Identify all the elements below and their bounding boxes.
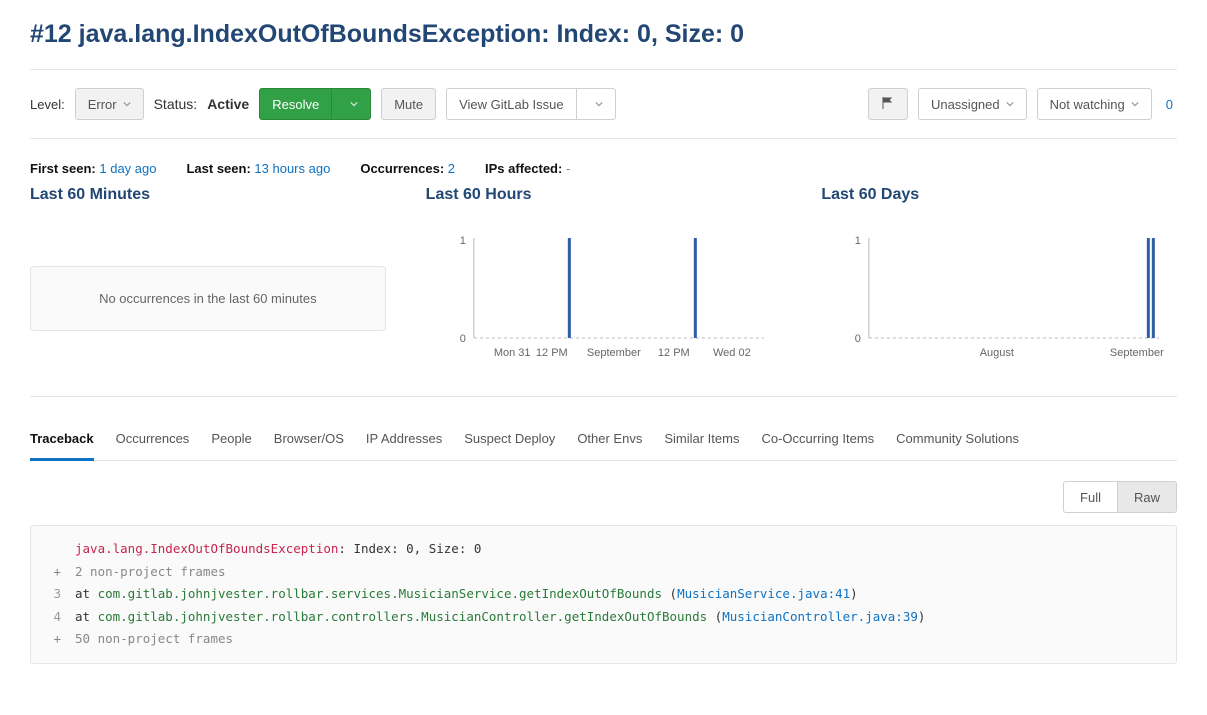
traceback-gutter: 4 xyxy=(43,606,75,629)
stack-location-link[interactable]: MusicianController.java:39 xyxy=(722,609,918,624)
watch-count[interactable]: 0 xyxy=(1162,97,1177,112)
y-tick: 1 xyxy=(855,235,861,247)
tab-ip-addresses[interactable]: IP Addresses xyxy=(366,419,442,460)
traceback-row[interactable]: +50 non-project frames xyxy=(43,628,1164,651)
x-tick: Mon 31 xyxy=(494,347,531,359)
y-tick: 0 xyxy=(459,333,465,345)
x-tick: Wed 02 xyxy=(713,347,751,359)
occurrences-label: Occurrences: xyxy=(360,161,444,176)
watching-select[interactable]: Not watching xyxy=(1037,88,1152,120)
traceback-row: 4at com.gitlab.johnjvester.rollbar.contr… xyxy=(43,606,1164,629)
chart-60-days-svg: 1 0 August September xyxy=(821,228,1177,378)
y-tick: 0 xyxy=(855,333,861,345)
traceback-row[interactable]: +2 non-project frames xyxy=(43,561,1164,584)
resolve-button[interactable]: Resolve xyxy=(259,88,332,120)
tab-people[interactable]: People xyxy=(211,419,251,460)
view-gitlab-issue-button[interactable]: View GitLab Issue xyxy=(446,88,577,120)
traceback-panel: java.lang.IndexOutOfBoundsException: Ind… xyxy=(30,525,1177,664)
status-value: Active xyxy=(207,96,249,112)
level-value: Error xyxy=(88,97,117,112)
tab-community-solutions[interactable]: Community Solutions xyxy=(896,419,1019,460)
chevron-down-icon xyxy=(1131,100,1139,108)
chart-title: Last 60 Hours xyxy=(426,186,782,204)
chevron-down-icon xyxy=(350,100,358,108)
chart-bar xyxy=(1147,238,1150,338)
y-tick: 1 xyxy=(459,235,465,247)
assignee-value: Unassigned xyxy=(931,97,1000,112)
ips-label: IPs affected: xyxy=(485,161,562,176)
flag-button[interactable] xyxy=(868,88,908,120)
view-toggle: Full Raw xyxy=(30,481,1177,513)
non-project-frames: 50 non-project frames xyxy=(75,628,233,651)
chart-empty-message: No occurrences in the last 60 minutes xyxy=(30,266,386,331)
chart-bar xyxy=(1152,238,1155,338)
assignee-select[interactable]: Unassigned xyxy=(918,88,1027,120)
level-label: Level: xyxy=(30,97,65,112)
x-tick: August xyxy=(980,347,1014,359)
chart-60-hours: Last 60 Hours 1 0 Mon 31 12 PM September… xyxy=(426,186,782,378)
last-seen-value[interactable]: 13 hours ago xyxy=(254,161,330,176)
mute-button[interactable]: Mute xyxy=(381,88,436,120)
traceback-row: 3at com.gitlab.johnjvester.rollbar.servi… xyxy=(43,583,1164,606)
traceback-gutter: + xyxy=(43,561,75,584)
x-tick: 12 PM xyxy=(536,347,568,359)
x-tick: September xyxy=(1110,347,1164,359)
stack-frame: at com.gitlab.johnjvester.rollbar.servic… xyxy=(75,583,858,606)
page-title: #12 java.lang.IndexOutOfBoundsException:… xyxy=(30,20,1177,49)
tab-similar-items[interactable]: Similar Items xyxy=(664,419,739,460)
x-tick: September xyxy=(587,347,641,359)
traceback-gutter: 3 xyxy=(43,583,75,606)
tab-browser-os[interactable]: Browser/OS xyxy=(274,419,344,460)
tab-suspect-deploy[interactable]: Suspect Deploy xyxy=(464,419,555,460)
tab-other-envs[interactable]: Other Envs xyxy=(577,419,642,460)
stack-frame: at com.gitlab.johnjvester.rollbar.contro… xyxy=(75,606,925,629)
exception-class: java.lang.IndexOutOfBoundsException xyxy=(75,541,338,556)
chart-title: Last 60 Minutes xyxy=(30,186,386,204)
flag-icon xyxy=(881,96,895,113)
chevron-down-icon xyxy=(123,100,131,108)
watching-value: Not watching xyxy=(1050,97,1125,112)
occurrences-value[interactable]: 2 xyxy=(448,161,455,176)
chart-bar xyxy=(694,238,697,338)
stack-call: com.gitlab.johnjvester.rollbar.controlle… xyxy=(98,609,708,624)
non-project-frames: 2 non-project frames xyxy=(75,561,226,584)
chart-60-minutes: Last 60 Minutes No occurrences in the la… xyxy=(30,186,386,378)
first-seen-value[interactable]: 1 day ago xyxy=(99,161,156,176)
traceback-gutter: + xyxy=(43,628,75,651)
traceback-exception: java.lang.IndexOutOfBoundsException: Ind… xyxy=(43,538,1164,561)
ips-value: - xyxy=(566,161,570,176)
chart-title: Last 60 Days xyxy=(821,186,1177,204)
x-tick: 12 PM xyxy=(658,347,690,359)
chart-bar xyxy=(568,238,571,338)
level-select[interactable]: Error xyxy=(75,88,144,120)
view-raw-button[interactable]: Raw xyxy=(1118,481,1177,513)
tabs: Traceback Occurrences People Browser/OS IP A… xyxy=(30,419,1177,461)
last-seen-label: Last seen: xyxy=(186,161,250,176)
view-issue-group: View GitLab Issue xyxy=(446,88,616,120)
stack-location-link[interactable]: MusicianService.java:41 xyxy=(677,586,850,601)
chevron-down-icon xyxy=(1006,100,1014,108)
tab-co-occurring-items[interactable]: Co-Occurring Items xyxy=(761,419,874,460)
resolve-dropdown[interactable] xyxy=(332,88,371,120)
tab-traceback[interactable]: Traceback xyxy=(30,419,94,461)
view-full-button[interactable]: Full xyxy=(1063,481,1118,513)
view-issue-dropdown[interactable] xyxy=(577,88,616,120)
tab-occurrences[interactable]: Occurrences xyxy=(116,419,190,460)
resolve-button-group: Resolve xyxy=(259,88,371,120)
chevron-down-icon xyxy=(595,100,603,108)
stack-call: com.gitlab.johnjvester.rollbar.services.… xyxy=(98,586,662,601)
toolbar: Level: Error Status: Active Resolve Mute… xyxy=(30,88,1177,120)
exception-message: : Index: 0, Size: 0 xyxy=(338,541,481,556)
first-seen-label: First seen: xyxy=(30,161,96,176)
stats-row: First seen: 1 day ago Last seen: 13 hour… xyxy=(30,161,1177,176)
chart-60-days: Last 60 Days 1 0 August September xyxy=(821,186,1177,378)
charts-row: Last 60 Minutes No occurrences in the la… xyxy=(30,186,1177,378)
separator xyxy=(30,69,1177,70)
status-label: Status: xyxy=(154,96,198,112)
separator xyxy=(30,396,1177,397)
separator xyxy=(30,138,1177,139)
chart-60-hours-svg: 1 0 Mon 31 12 PM September 12 PM Wed 02 xyxy=(426,228,782,378)
